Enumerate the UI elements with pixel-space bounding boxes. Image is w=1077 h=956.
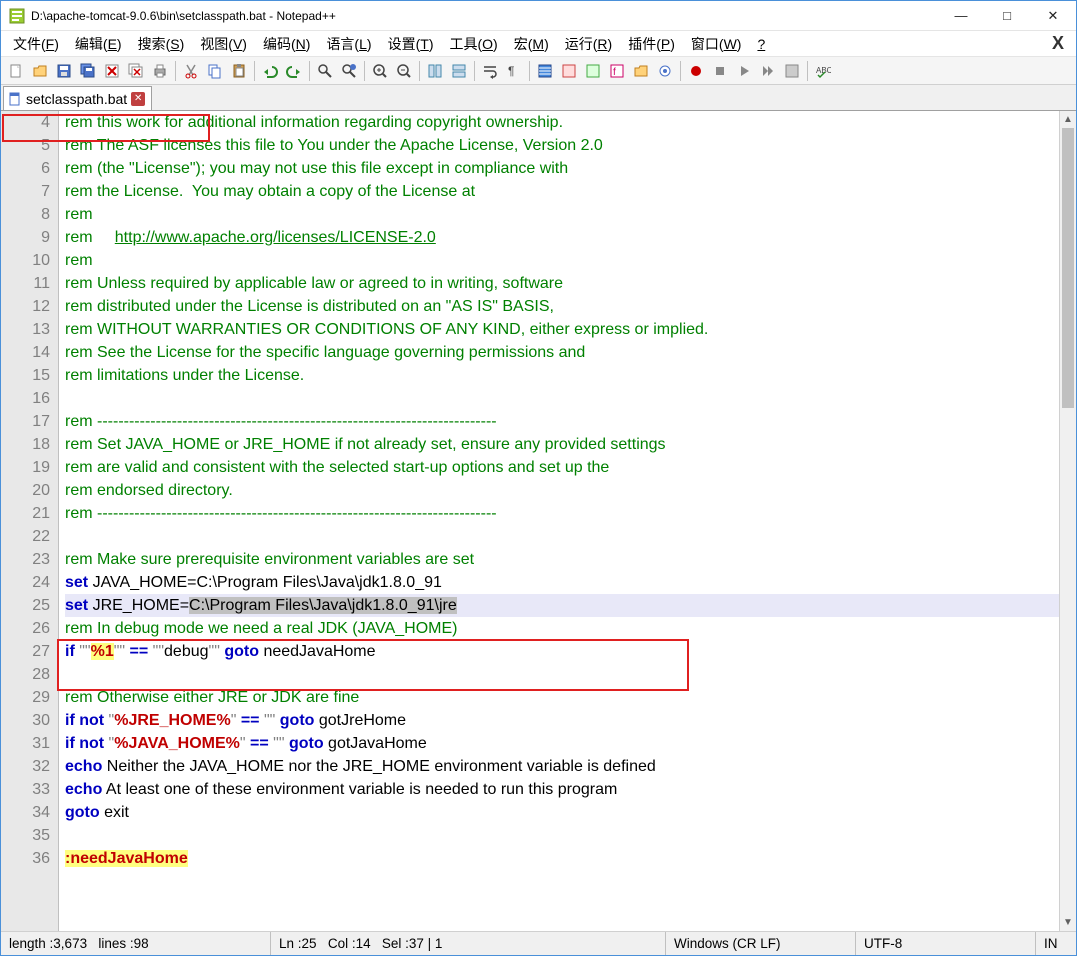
statusbar: length : 3,673 lines : 98 Ln : 25 Col : … <box>1 931 1076 955</box>
user-lang-button[interactable] <box>558 60 580 82</box>
zoom-out-button[interactable] <box>393 60 415 82</box>
code-area[interactable]: rem this work for additional information… <box>59 111 1059 931</box>
status-position: Ln : 25 Col : 14 Sel : 37 | 1 <box>271 932 666 955</box>
scroll-down-button[interactable]: ▼ <box>1060 914 1076 931</box>
minimize-button[interactable]: — <box>938 1 984 31</box>
tabbar: setclasspath.bat ✕ <box>1 85 1076 111</box>
file-tab[interactable]: setclasspath.bat ✕ <box>3 86 152 110</box>
undo-button[interactable] <box>259 60 281 82</box>
close-file-button[interactable] <box>101 60 123 82</box>
status-encoding[interactable]: UTF-8 <box>856 932 1036 955</box>
menu-P[interactable]: 插件(P) <box>622 32 681 56</box>
menu-W[interactable]: 窗口(W) <box>685 32 748 56</box>
menu-?[interactable]: ? <box>751 34 771 54</box>
scroll-up-button[interactable]: ▲ <box>1060 111 1076 128</box>
menu-E[interactable]: 编辑(E) <box>69 32 128 56</box>
status-insert-mode[interactable]: IN <box>1036 932 1076 955</box>
menubar: 文件(F)编辑(E)搜索(S)视图(V)编码(N)语言(L)设置(T)工具(O)… <box>1 31 1076 57</box>
tab-close-button[interactable]: ✕ <box>131 92 145 106</box>
sync-h-button[interactable] <box>448 60 470 82</box>
monitor-button[interactable] <box>654 60 676 82</box>
window-titlebar: D:\apache-tomcat-9.0.6\bin\setclasspath.… <box>1 1 1076 31</box>
scroll-track[interactable] <box>1060 128 1076 914</box>
menu-R[interactable]: 运行(R) <box>559 32 618 56</box>
spellcheck-button[interactable]: ABC <box>812 60 834 82</box>
menu-V[interactable]: 视图(V) <box>194 32 253 56</box>
menu-T[interactable]: 设置(T) <box>382 32 440 56</box>
zoom-in-button[interactable] <box>369 60 391 82</box>
folder-workspace-button[interactable] <box>630 60 652 82</box>
app-icon <box>9 8 25 24</box>
wordwrap-button[interactable] <box>479 60 501 82</box>
menu-M[interactable]: 宏(M) <box>508 32 555 56</box>
sync-v-button[interactable] <box>424 60 446 82</box>
editor-area: 4567891011121314151617181920212223242526… <box>1 111 1076 931</box>
stop-macro-button[interactable] <box>709 60 731 82</box>
play-multi-button[interactable] <box>757 60 779 82</box>
print-button[interactable] <box>149 60 171 82</box>
save-button[interactable] <box>53 60 75 82</box>
menu-L[interactable]: 语言(L) <box>320 32 377 56</box>
svg-text:f: f <box>613 67 616 78</box>
indent-guide-button[interactable] <box>534 60 556 82</box>
menu-S[interactable]: 搜索(S) <box>132 32 191 56</box>
menu-F[interactable]: 文件(F) <box>7 32 65 56</box>
copy-button[interactable] <box>204 60 226 82</box>
open-file-button[interactable] <box>29 60 51 82</box>
maximize-button[interactable]: □ <box>984 1 1030 31</box>
window-title: D:\apache-tomcat-9.0.6\bin\setclasspath.… <box>31 9 938 23</box>
mdi-close-icon[interactable]: X <box>1052 33 1064 54</box>
new-file-button[interactable] <box>5 60 27 82</box>
svg-text:¶: ¶ <box>508 64 514 78</box>
save-all-button[interactable] <box>77 60 99 82</box>
paste-button[interactable] <box>228 60 250 82</box>
redo-button[interactable] <box>283 60 305 82</box>
menu-O[interactable]: 工具(O) <box>443 32 503 56</box>
line-number-gutter: 4567891011121314151617181920212223242526… <box>1 111 59 931</box>
func-list-button[interactable]: f <box>606 60 628 82</box>
scroll-thumb[interactable] <box>1062 128 1074 408</box>
status-length: length : 3,673 lines : 98 <box>1 932 271 955</box>
play-macro-button[interactable] <box>733 60 755 82</box>
record-macro-button[interactable] <box>685 60 707 82</box>
vertical-scrollbar[interactable]: ▲ ▼ <box>1059 111 1076 931</box>
cut-button[interactable] <box>180 60 202 82</box>
close-button[interactable]: ✕ <box>1030 1 1076 31</box>
find-button[interactable] <box>314 60 336 82</box>
file-icon <box>8 92 22 106</box>
save-macro-button[interactable] <box>781 60 803 82</box>
close-all-button[interactable] <box>125 60 147 82</box>
doc-map-button[interactable] <box>582 60 604 82</box>
show-all-chars-button[interactable]: ¶ <box>503 60 525 82</box>
replace-button[interactable] <box>338 60 360 82</box>
tab-filename: setclasspath.bat <box>26 91 127 107</box>
menu-N[interactable]: 编码(N) <box>257 32 316 56</box>
toolbar: ¶ f ABC <box>1 57 1076 85</box>
status-eol[interactable]: Windows (CR LF) <box>666 932 856 955</box>
